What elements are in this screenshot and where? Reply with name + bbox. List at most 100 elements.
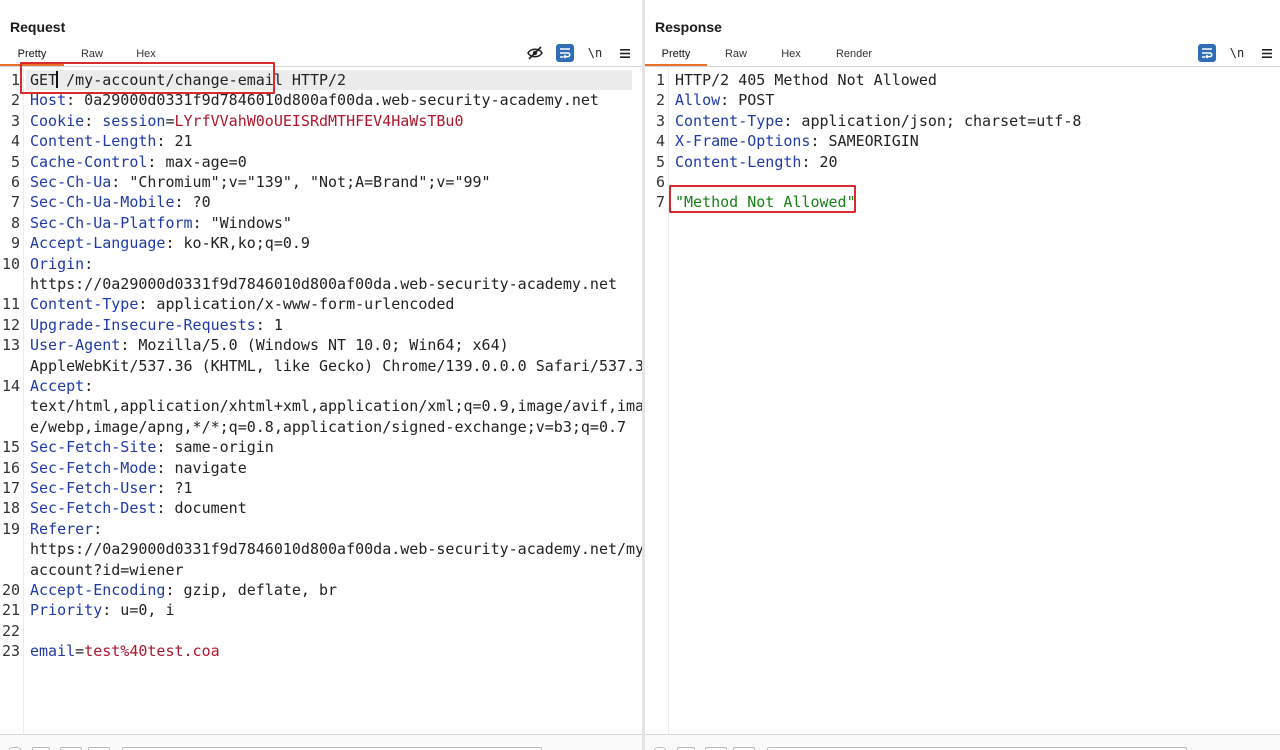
line-code: Accept-Language: ko-KR,ko;q=0.9 <box>30 233 634 253</box>
line-number: 3 <box>10 111 20 130</box>
line-number: 10 <box>1 254 20 273</box>
code-text: : SAMEORIGIN <box>810 132 919 151</box>
line-number: 1 <box>655 71 665 89</box>
line-number: 6 <box>655 173 665 191</box>
header-name: Accept-Language <box>30 234 166 253</box>
code-text: : 1 <box>255 315 283 334</box>
line-number: 11 <box>1 295 20 314</box>
line-number: 8 <box>10 213 20 232</box>
code-text: : ?1 <box>156 479 193 497</box>
json-string: "Method Not Allowed" <box>675 193 856 212</box>
line-code: Sec-Ch-Ua-Platform: "Windows" <box>30 213 634 233</box>
line-number: 9 <box>10 234 20 253</box>
wrap-icon <box>1202 48 1213 59</box>
response-toolbar: \n <box>1198 44 1276 62</box>
param-value: LYrfVVahW0oUEISRdMTHFEV4HaWsTBu0 <box>174 111 464 130</box>
code-text: : ?0 <box>174 193 211 212</box>
code-text: : application/x-www-form-urlencoded <box>138 295 455 314</box>
response-menu-button[interactable] <box>1258 44 1276 62</box>
header-name: Content-Length <box>675 152 802 171</box>
line-code: X-Frame-Options: SAMEORIGIN <box>675 131 1272 151</box>
code-text: : application/json; charset=utf-8 <box>783 111 1082 130</box>
wrap-icon <box>560 48 571 59</box>
line-number: 15 <box>1 438 20 457</box>
header-name: Accept <box>30 377 85 395</box>
request-menu-button[interactable] <box>616 44 634 62</box>
line-code: email=test%40test.coa <box>30 641 634 661</box>
word-wrap-toggle[interactable] <box>556 44 574 62</box>
code-text: https://0a29000d0331f9d7846010d800af00da… <box>30 275 617 293</box>
line-number: 18 <box>1 499 20 518</box>
line-code: User-Agent: Mozilla/5.0 (Windows NT 10.0… <box>30 335 634 355</box>
eye-slash-icon <box>527 46 543 60</box>
response-search-bar <box>645 734 1280 750</box>
hamburger-menu-icon <box>620 48 630 58</box>
line-number: 7 <box>10 193 20 212</box>
header-name: Priority <box>30 601 103 620</box>
code-text: HTTP/2 405 Method Not Allowed <box>675 71 937 89</box>
line-number: 17 <box>1 479 20 497</box>
header-name: User-Agent <box>30 336 121 355</box>
header-name: Content-Length <box>30 132 157 151</box>
request-toolbar: \n <box>526 44 634 62</box>
line-number: 21 <box>1 601 20 620</box>
code-text: : 20 <box>801 152 838 171</box>
line-code: Sec-Fetch-Dest: document <box>30 498 634 518</box>
line-number: 5 <box>10 152 20 171</box>
response-tab-hex[interactable]: Hex <box>765 44 817 66</box>
line-code: Sec-Ch-Ua: "Chromium";v="139", "Not;A=Br… <box>30 172 634 192</box>
line-code: https://0a29000d0331f9d7846010d800af00da… <box>30 539 653 559</box>
header-name: Cache-Control <box>30 152 148 171</box>
response-tabs-divider <box>645 66 1280 67</box>
response-tab-render[interactable]: Render <box>817 44 891 66</box>
response-tab-raw[interactable]: Raw <box>707 44 765 66</box>
line-code: Sec-Fetch-Mode: navigate <box>30 458 634 478</box>
line-number: 7 <box>655 193 665 212</box>
request-tab-pretty[interactable]: Pretty <box>0 44 64 66</box>
line-code: HTTP/2 405 Method Not Allowed <box>675 70 1272 90</box>
line-number: 13 <box>1 336 20 355</box>
code-text: : gzip, deflate, br <box>165 581 338 599</box>
header-name: Sec-Fetch-Site <box>30 438 157 457</box>
show-newlines-button[interactable]: \n <box>586 44 604 62</box>
line-code: https://0a29000d0331f9d7846010d800af00da… <box>30 274 634 294</box>
code-text: : <box>84 111 103 130</box>
line-code: Sec-Ch-Ua-Mobile: ?0 <box>30 192 634 212</box>
code-text: : navigate <box>156 458 247 477</box>
code-text: : ko-KR,ko;q=0.9 <box>165 234 310 253</box>
line-number: 6 <box>10 173 20 191</box>
line-code: Host: 0a29000d0331f9d7846010d800af00da.w… <box>30 90 634 110</box>
header-name: Sec-Ch-Ua-Mobile <box>30 193 175 212</box>
hide-nonprintable-button[interactable] <box>526 44 544 62</box>
header-name: Sec-Fetch-Mode <box>30 458 157 477</box>
line-code: Sec-Fetch-Site: same-origin <box>30 437 634 457</box>
request-tabs: Pretty Raw Hex <box>0 44 172 66</box>
code-text: : "Windows" <box>192 213 292 232</box>
code-text: : u=0, i <box>102 601 175 620</box>
header-name: Content-Type <box>30 295 139 314</box>
request-tab-hex[interactable]: Hex <box>120 44 172 66</box>
response-tab-pretty[interactable]: Pretty <box>645 44 707 66</box>
response-word-wrap-toggle[interactable] <box>1198 44 1216 62</box>
line-number: 19 <box>1 519 20 538</box>
line-number: 22 <box>1 621 20 640</box>
header-name: Upgrade-Insecure-Requests <box>30 315 256 334</box>
line-code: Referer: <box>30 519 634 539</box>
line-code: Cookie: session=LYrfVVahW0oUEISRdMTHFEV4… <box>30 111 634 131</box>
line-code: GET /my-account/change-email HTTP/2 <box>30 70 634 90</box>
line-code: Cache-Control: max-age=0 <box>30 152 634 172</box>
line-number: 12 <box>1 315 20 334</box>
request-editor[interactable]: 1 GET /my-account/change-email HTTP/2 2 Hos… <box>0 62 653 734</box>
line-number: 3 <box>655 111 665 130</box>
request-tab-raw[interactable]: Raw <box>64 44 120 66</box>
code-text: : same-origin <box>156 438 274 457</box>
response-editor[interactable]: 1 HTTP/2 405 Method Not Allowed 2 Allow: PO… <box>645 68 1280 734</box>
header-name: Content-Type <box>675 111 784 130</box>
header-name: Sec-Ch-Ua-Platform <box>30 213 193 232</box>
response-show-newlines-button[interactable]: \n <box>1228 44 1246 62</box>
text-cursor <box>56 71 58 88</box>
code-text: text/html,application/xhtml+xml,applicat… <box>30 397 654 416</box>
header-name: Origin <box>30 254 85 273</box>
header-name: Allow <box>675 91 721 110</box>
line-number: 5 <box>655 152 665 171</box>
